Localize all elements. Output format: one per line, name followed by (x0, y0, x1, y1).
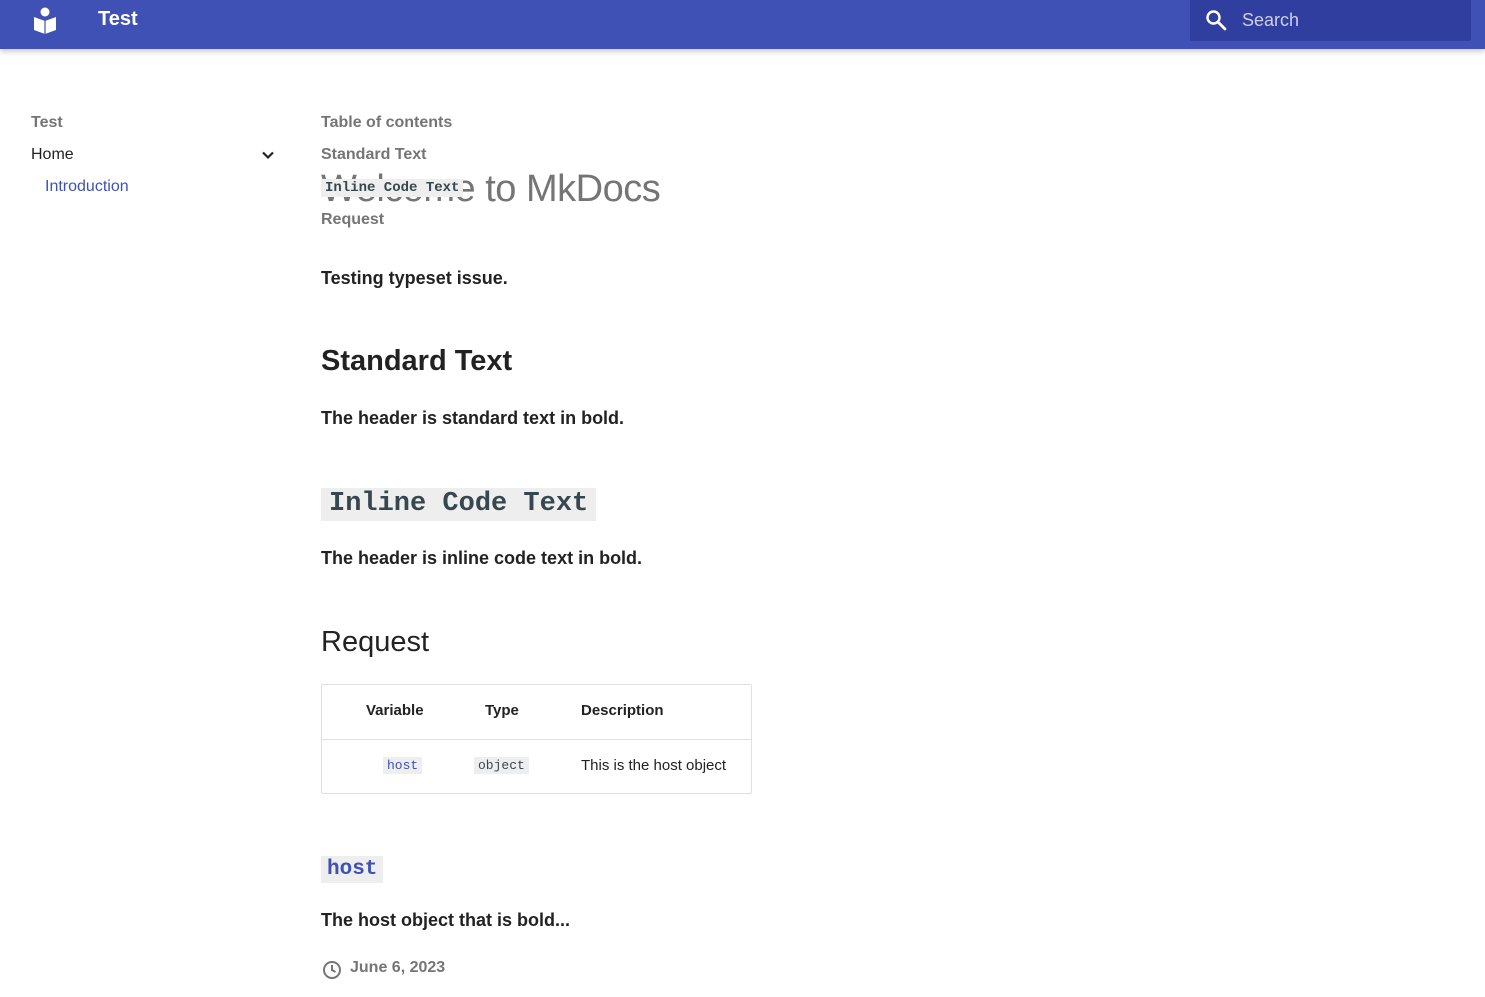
heading-host[interactable]: host (321, 856, 384, 883)
nav-item-home[interactable]: Home (31, 146, 279, 168)
inline-code-paragraph: The header is inline code text in bold. (321, 548, 643, 568)
top-header-bar: Test (0, 0, 1485, 49)
chevron-down-icon[interactable] (259, 146, 277, 164)
table-header-type: Type (485, 702, 519, 719)
heading-standard-text: Standard Text (321, 345, 513, 377)
standard-text-paragraph: The header is standard text in bold. (321, 408, 625, 428)
nav-title: Test (31, 114, 63, 131)
description-cell: This is the host object (581, 757, 727, 774)
host-paragraph: The host object that is bold... (321, 910, 571, 930)
clock-icon (321, 959, 343, 981)
table-header-variable: Variable (366, 702, 424, 719)
page: Test Test Home Introduction Table of con… (0, 0, 1485, 997)
search-input[interactable] (1242, 7, 1457, 33)
date-text: June 6, 2023 (350, 959, 446, 976)
request-table: Variable Type Description host object Th… (321, 684, 752, 794)
toc-link-request[interactable]: Request (321, 211, 384, 229)
toc-title: Table of contents (321, 114, 453, 131)
nav-item-introduction[interactable]: Introduction (45, 178, 129, 196)
search-box[interactable] (1190, 0, 1471, 41)
toc-link-standard-text[interactable]: Standard Text (321, 146, 427, 164)
variable-host-link[interactable]: host (383, 757, 423, 774)
table-header-description: Description (581, 702, 664, 719)
type-object-code: object (474, 757, 529, 774)
intro-paragraph: Testing typeset issue. (321, 268, 508, 288)
book-reader-icon[interactable] (33, 6, 57, 34)
site-title[interactable]: Test (98, 8, 138, 31)
heading-request: Request (321, 626, 430, 658)
table-row-divider (322, 739, 751, 740)
nav-item-home-label: Home (31, 146, 74, 163)
magnifier-icon[interactable] (1204, 8, 1228, 32)
heading-inline-code-text: Inline Code Text (321, 488, 597, 521)
toc-link-inline-code-text[interactable]: Inline Code Text (321, 179, 464, 197)
